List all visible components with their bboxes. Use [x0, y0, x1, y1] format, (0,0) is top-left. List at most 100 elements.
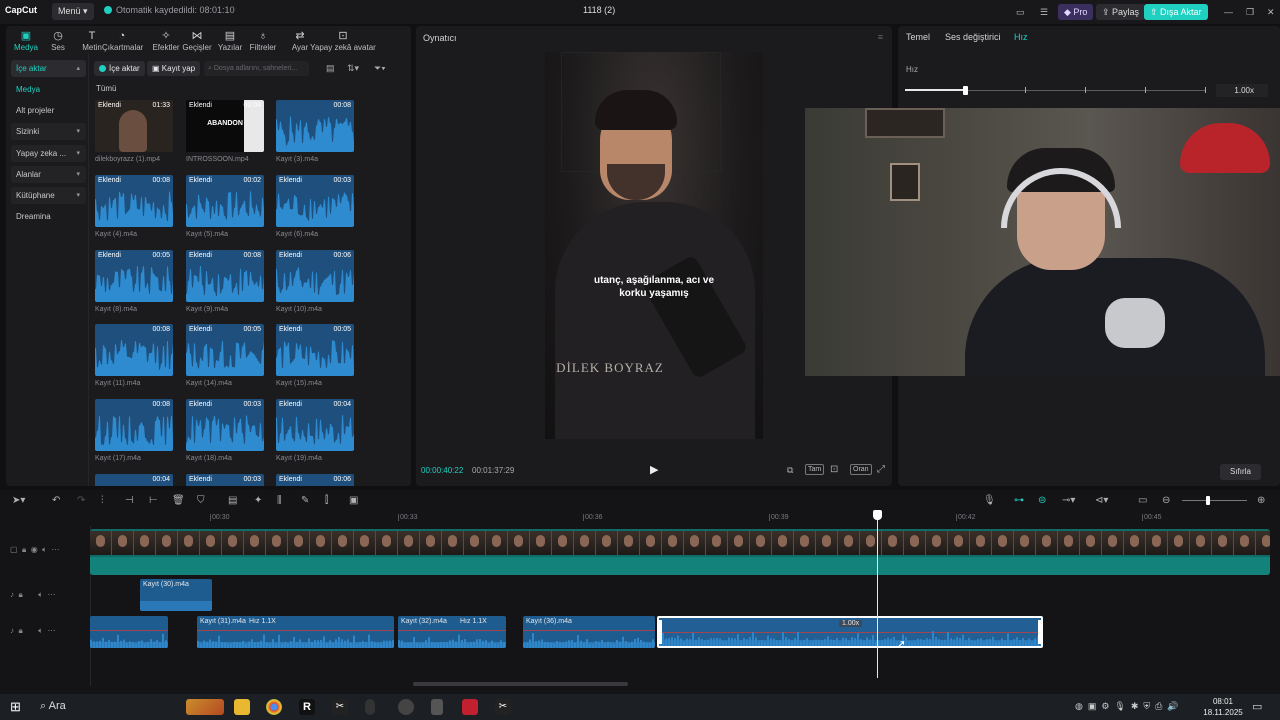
media-thumbnail[interactable]: ABANDON Eklendi 00:04	[186, 100, 264, 152]
select-tool-icon[interactable]: ➤▾	[12, 495, 25, 506]
share-button[interactable]: ⇪ Paylaş	[1096, 4, 1146, 20]
capcut-running-icon[interactable]: ✂	[495, 699, 511, 715]
media-thumbnail[interactable]: Eklendi 00:03	[186, 399, 264, 451]
volume-icon[interactable]: 🔈︎	[38, 590, 43, 599]
lock-icon[interactable]: 🔒︎	[18, 590, 22, 599]
capcut-icon[interactable]: ✂	[332, 699, 348, 715]
audio-clip[interactable]: Kayıt (31).m4a Hız 1.1X	[197, 616, 394, 648]
media-thumbnail[interactable]: Eklendi 00:05	[95, 250, 173, 302]
layout-icon[interactable]: ▭	[1010, 4, 1030, 20]
microphone-app-icon[interactable]	[365, 699, 375, 715]
audio-clip[interactable]: Kayıt (30).m4a	[140, 579, 212, 611]
undo-icon[interactable]: ↶	[52, 495, 60, 506]
snap-icon[interactable]: ⊸▾	[1062, 495, 1075, 506]
shortcuts-icon[interactable]: ☰	[1034, 4, 1052, 20]
trim-handle-right[interactable]	[1038, 620, 1041, 644]
record-voice-icon[interactable]: 🎙	[983, 495, 996, 506]
link-icon[interactable]: ⊶	[1014, 495, 1024, 506]
ai-tool-icon[interactable]: ✦	[254, 495, 262, 506]
full-button[interactable]: Tam	[805, 464, 825, 475]
video-preview[interactable]: utanç, aşağılanma, acı ve korku yaşamış …	[545, 52, 763, 439]
video-track-clip[interactable]	[90, 529, 1270, 575]
taskbar-clock[interactable]: 08:01 18.11.2025	[1200, 696, 1246, 718]
media-thumbnail[interactable]: Eklendi 00:03	[276, 175, 354, 227]
volume-icon[interactable]: 🔈︎	[42, 545, 47, 554]
pro-button[interactable]: ◆ Pro	[1058, 4, 1094, 20]
audio-clip[interactable]: Kayıt (32).m4a Hız 1.1X	[398, 616, 506, 648]
weather-widget-icon[interactable]	[186, 699, 224, 715]
fullscreen-icon[interactable]: ⤢	[877, 464, 885, 475]
speed-slider[interactable]	[905, 86, 1206, 95]
delete-icon[interactable]: 🗑	[172, 495, 185, 506]
notification-icon[interactable]: ▭	[1252, 700, 1262, 713]
export-button[interactable]: ⇧ Dışa Aktar	[1144, 4, 1208, 20]
magic-tool-icon[interactable]: ✎	[301, 495, 309, 506]
media-thumbnail[interactable]: 00:04	[95, 474, 173, 486]
zoom-in-icon[interactable]: ⊕	[1257, 495, 1265, 506]
crop-icon[interactable]: ⧉	[787, 465, 793, 476]
ratio-button[interactable]: Oran	[850, 464, 872, 475]
zoom-slider[interactable]	[1182, 496, 1247, 505]
zoom-out-icon[interactable]: ⊖	[1162, 495, 1170, 506]
eye-icon[interactable]: ◉	[31, 545, 38, 554]
system-tray-icons[interactable]: ◍▣⚙🎙✱⛨⎙🔊	[1075, 701, 1184, 712]
voicemod-icon[interactable]	[462, 699, 478, 715]
fit-timeline-icon[interactable]: ▭	[1138, 495, 1147, 506]
media-thumbnail[interactable]: Eklendi 01:33	[95, 100, 173, 152]
play-icon[interactable]: ▶	[650, 463, 658, 476]
minimize-icon[interactable]: —	[1218, 4, 1239, 20]
media-thumbnail[interactable]: Eklendi 00:06	[276, 474, 354, 486]
taskbar-search[interactable]: ⌕ Ara	[40, 700, 66, 713]
windows-start-icon[interactable]: ⊞	[10, 699, 21, 715]
audio-clip[interactable]: 1.00x	[657, 616, 1043, 648]
app-r-icon[interactable]: R	[299, 699, 315, 715]
media-thumbnail[interactable]: Eklendi 00:05	[186, 324, 264, 376]
align-tool-icon[interactable]: ⫿	[325, 495, 328, 506]
subtitle-tool-icon[interactable]: ▤	[228, 495, 237, 506]
media-thumbnail[interactable]: 00:08	[95, 399, 173, 451]
more-icon[interactable]: ⋯	[48, 590, 56, 599]
speed-value-field[interactable]: 1.00x	[1216, 84, 1268, 97]
speed-slider-handle[interactable]	[963, 86, 968, 95]
player-menu-icon[interactable]: ≡	[878, 32, 883, 42]
timeline-scrollbar[interactable]	[413, 682, 628, 686]
media-thumbnail[interactable]: Eklendi 00:02	[186, 175, 264, 227]
media-thumbnail[interactable]: 00:08	[276, 100, 354, 152]
media-thumbnail[interactable]: Eklendi 00:05	[276, 324, 354, 376]
magnet-icon[interactable]: ⊜	[1038, 495, 1046, 506]
split-icon[interactable]: ⫶	[101, 495, 104, 506]
media-thumbnail[interactable]: Eklendi 00:04	[276, 399, 354, 451]
split-right-icon[interactable]: ⊢	[149, 495, 158, 506]
close-icon[interactable]: ✕	[1261, 4, 1280, 20]
audio-clip[interactable]: Kayıt (36).m4a	[523, 616, 655, 648]
tab-2[interactable]: Ses değiştirici	[945, 32, 1001, 42]
playhead-handle[interactable]	[873, 510, 882, 520]
media-thumbnail[interactable]: Eklendi 00:03	[186, 474, 264, 486]
caption-tool-icon[interactable]: ▣	[349, 495, 358, 506]
menu-button[interactable]: Menü ▾	[52, 3, 94, 20]
fit-icon[interactable]: ⊡	[830, 464, 838, 475]
media-thumbnail[interactable]: Eklendi 00:08	[95, 175, 173, 227]
mic-app-icon[interactable]	[431, 699, 443, 715]
media-thumbnail[interactable]: 00:08	[95, 324, 173, 376]
playhead[interactable]	[873, 510, 882, 678]
shield-icon[interactable]: ⛉	[197, 495, 205, 506]
chrome-icon[interactable]	[266, 699, 282, 715]
media-thumbnail[interactable]: Eklendi 00:06	[276, 250, 354, 302]
split-left-icon[interactable]: ⊣	[125, 495, 134, 506]
zoom-slider-handle[interactable]	[1206, 496, 1210, 505]
cover-icon[interactable]: ▢	[10, 545, 18, 554]
tab-1[interactable]: Temel	[906, 32, 930, 42]
adjust-tool-icon[interactable]: ⫼	[277, 495, 282, 506]
media-thumbnail[interactable]: Eklendi 00:08	[186, 250, 264, 302]
more-icon[interactable]: ⋯	[51, 545, 59, 554]
file-explorer-icon[interactable]	[234, 699, 250, 715]
tab-3[interactable]: Hız	[1014, 32, 1028, 42]
trim-handle-left[interactable]	[659, 620, 662, 644]
lock-icon[interactable]: 🔒︎	[22, 545, 26, 554]
preview-axis-icon[interactable]: ⊲▾	[1095, 495, 1108, 506]
reset-button[interactable]: Sıfırla	[1220, 464, 1261, 480]
redo-icon[interactable]: ↷	[77, 495, 85, 506]
audio-clip[interactable]	[90, 616, 168, 648]
obs-icon[interactable]	[398, 699, 414, 715]
